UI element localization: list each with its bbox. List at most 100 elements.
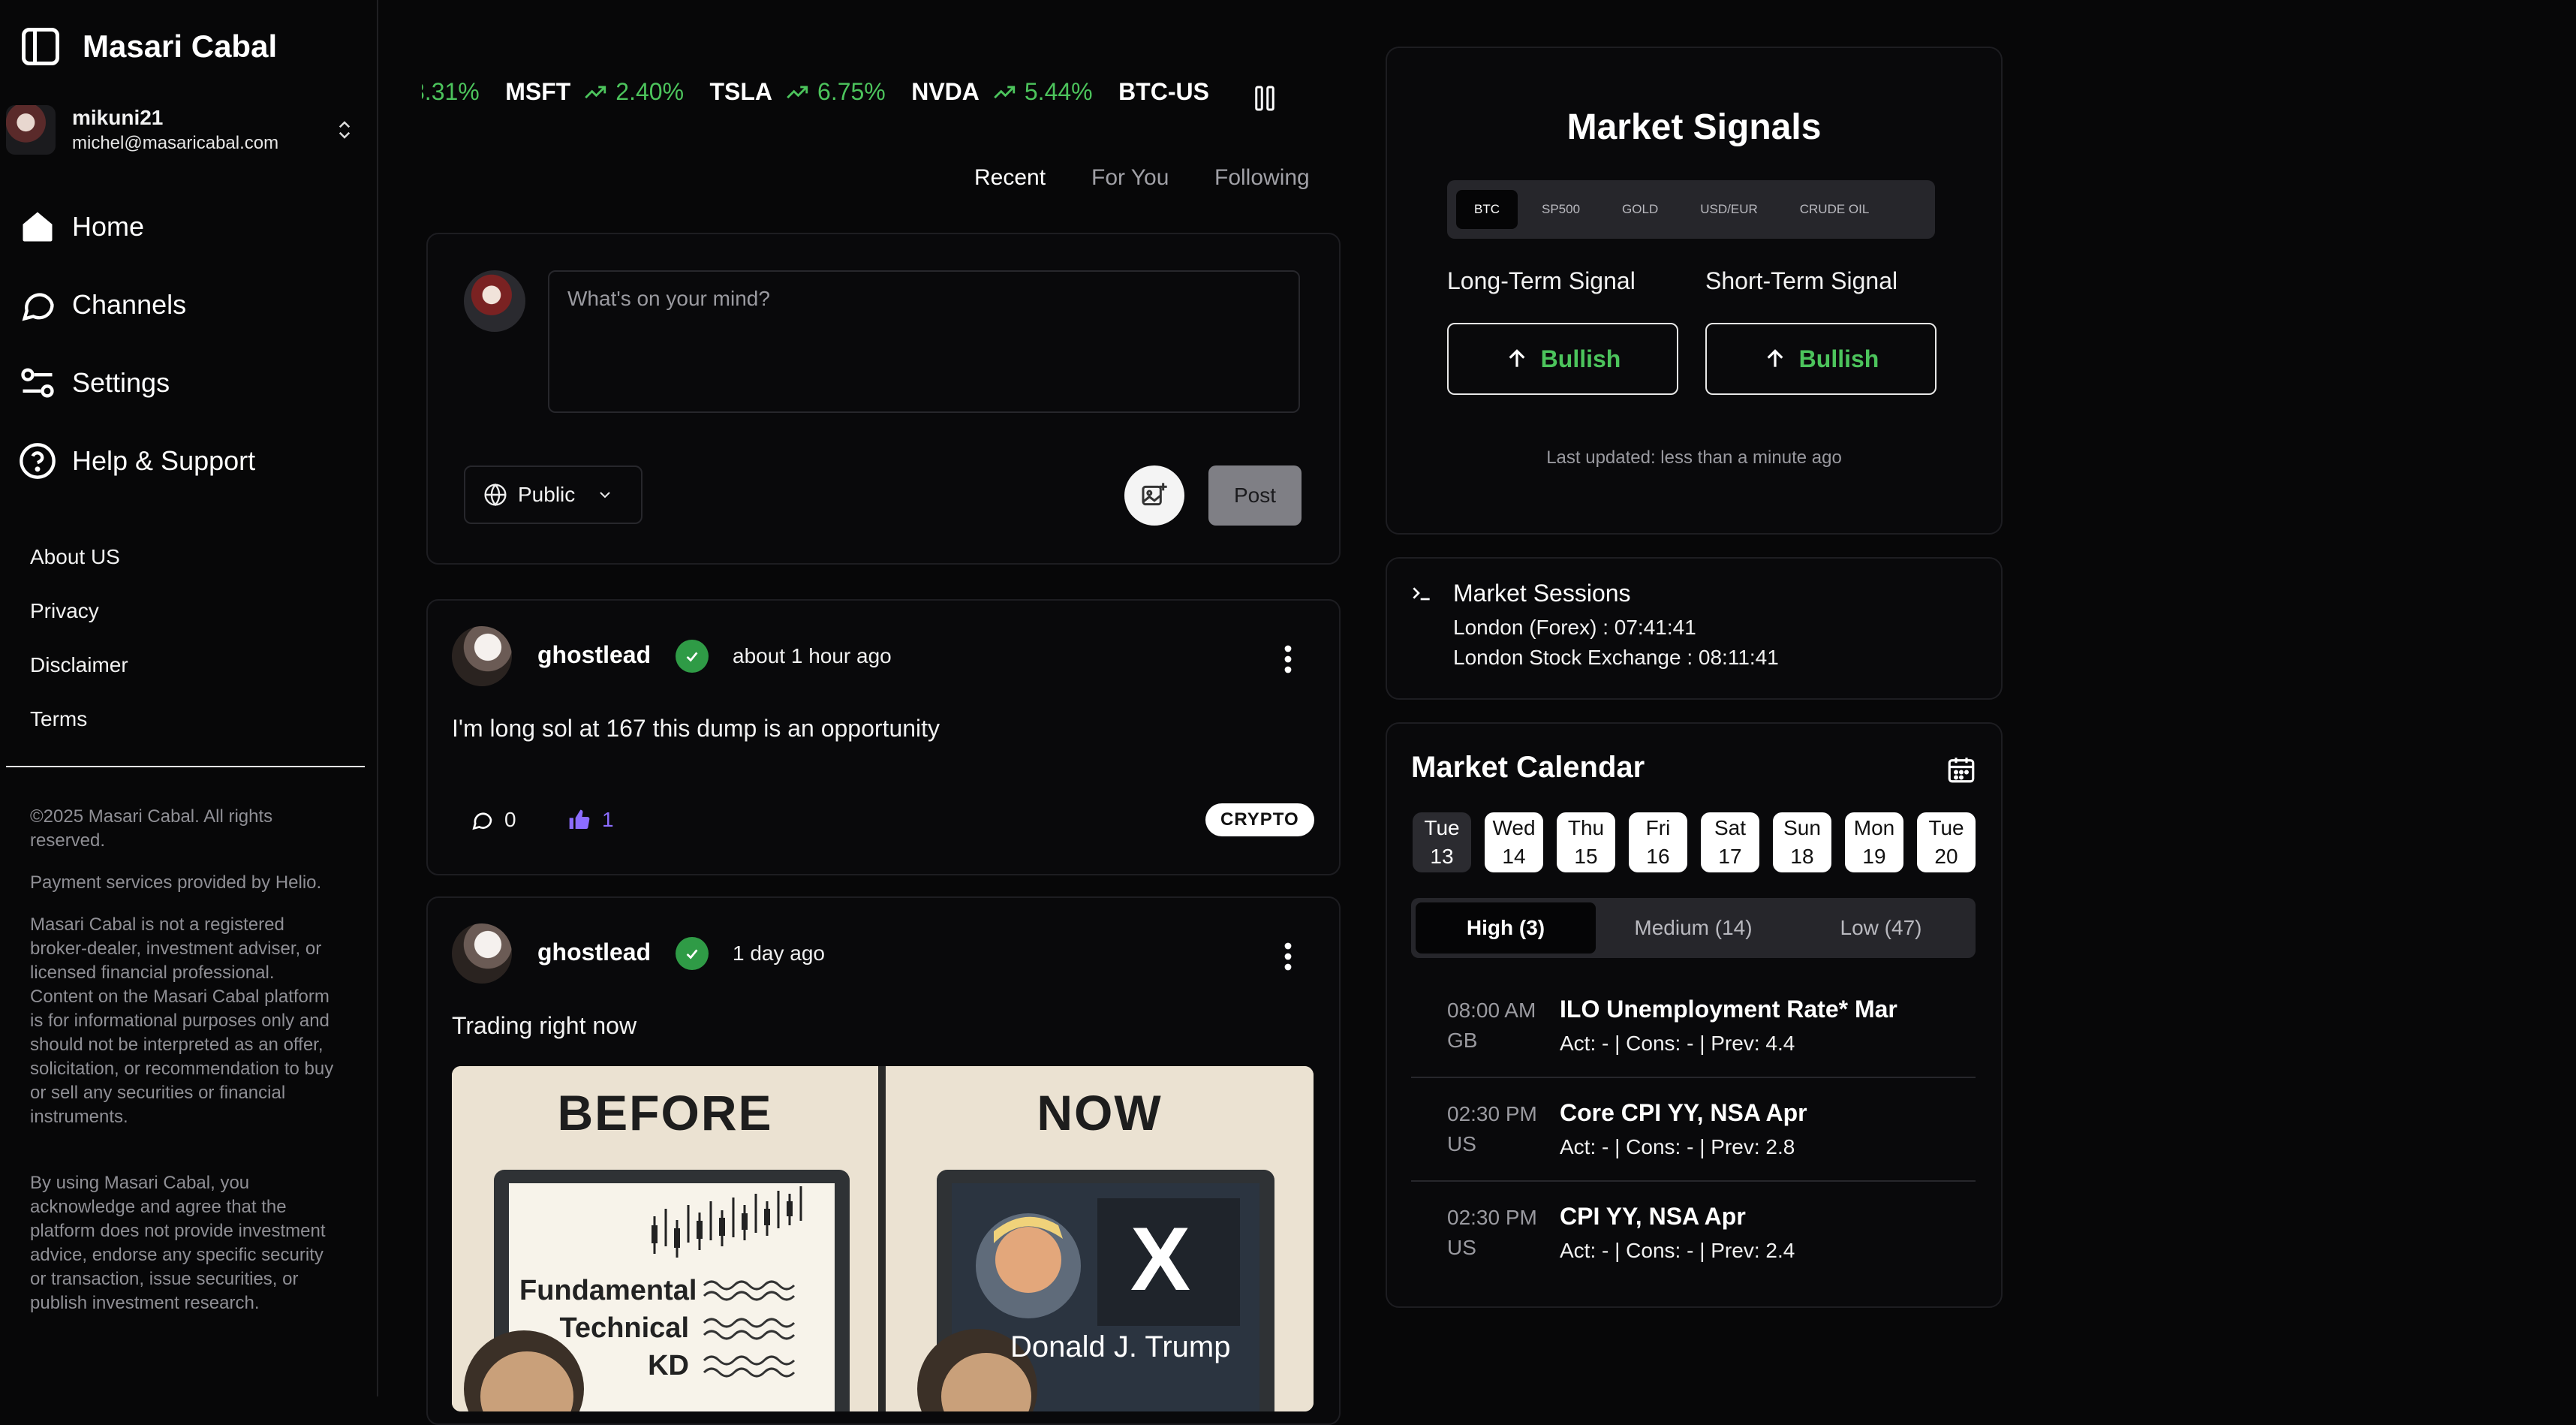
verified-badge-icon [676, 640, 709, 673]
trending-up-icon [582, 80, 608, 105]
user-email: michel@masaricabal.com [72, 133, 279, 153]
event-time-value: 08:00 AM [1447, 999, 1536, 1022]
help-circle-icon [18, 441, 57, 481]
nav-channels[interactable]: Channels [18, 285, 186, 324]
like-button[interactable]: 1 [567, 808, 614, 832]
event-values: Act: - | Cons: - | Prev: 2.8 [1560, 1135, 1795, 1158]
post-composer: What's on your mind? Public Post [426, 233, 1341, 565]
sliders-icon [18, 363, 57, 402]
importance-tab-medium[interactable]: Medium (14) [1603, 902, 1783, 954]
asset-selector: BTC SP500 GOLD USD/EUR CRUDE OIL [1447, 180, 1935, 239]
nav-home-label: Home [72, 211, 145, 242]
event-time: 02:30 PM US [1447, 1203, 1537, 1263]
privacy-link[interactable]: Privacy [30, 599, 99, 623]
avatar[interactable] [452, 923, 512, 984]
day-chip[interactable]: Sun 18 [1773, 812, 1831, 872]
event-name: Core CPI YY, NSA Apr [1560, 1099, 1807, 1126]
post-image[interactable]: BEFORE NOW Fundamental Technical KD X Do… [452, 1066, 1314, 1411]
meme-line: Fundamental [519, 1275, 697, 1306]
chevrons-up-down-icon [333, 117, 356, 143]
day-chip[interactable]: Fri 16 [1629, 812, 1687, 872]
day-chip[interactable]: Mon 19 [1845, 812, 1903, 872]
comment-button[interactable]: 0 [470, 808, 516, 832]
post-username[interactable]: ghostlead [537, 641, 651, 669]
day-chip[interactable]: Tue 13 [1413, 812, 1471, 872]
day-date: 16 [1646, 845, 1670, 868]
day-of-week: Sun [1783, 816, 1821, 839]
more-options-icon[interactable] [1283, 644, 1293, 674]
calendar-event[interactable]: 02:30 PM US Core CPI YY, NSA Apr Act: - |… [1411, 1078, 1976, 1182]
tab-for-you[interactable]: For You [1091, 165, 1169, 191]
ticker-item[interactable]: BTC-US [1118, 78, 1214, 106]
nav-help[interactable]: Help & Support [18, 441, 255, 481]
chevron-down-icon [596, 486, 614, 504]
event-country: GB [1447, 1029, 1478, 1052]
copyright: ©2025 Masari Cabal. All rights reserved. [30, 806, 273, 851]
day-date: 15 [1574, 845, 1598, 868]
tab-recent[interactable]: Recent [974, 165, 1046, 191]
event-name: CPI YY, NSA Apr [1560, 1203, 1746, 1230]
calendar-event[interactable]: 02:30 PM US CPI YY, NSA Apr Act: - | Cons… [1411, 1182, 1976, 1285]
asset-tab-crude-oil[interactable]: CRUDE OIL [1782, 190, 1888, 229]
long-term-signal: Bullish [1447, 323, 1678, 395]
day-of-week: Fri [1645, 816, 1671, 839]
meme-line: KD [648, 1350, 689, 1381]
like-count: 1 [602, 808, 614, 831]
post-text: Trading right now [452, 1012, 637, 1039]
sidebar-toggle-icon[interactable] [18, 24, 63, 69]
disclaimer-link[interactable]: Disclaimer [30, 653, 128, 677]
legal-agreement: By using Masari Cabal, you acknowledge a… [30, 1173, 326, 1313]
day-date: 19 [1862, 845, 1886, 868]
brand: Masari Cabal [18, 24, 277, 69]
post-time: 1 day ago [733, 941, 825, 965]
importance-tab-high[interactable]: High (3) [1416, 902, 1596, 954]
visibility-select[interactable]: Public [464, 465, 642, 524]
calendar-event[interactable]: 08:00 AM GB ILO Unemployment Rate* Mar Ac… [1411, 975, 1976, 1078]
ticker-item[interactable]: NVDA 5.44% [911, 78, 1092, 106]
pause-icon[interactable] [1253, 84, 1276, 113]
ticker-item[interactable]: 3.31% [422, 78, 480, 106]
importance-tab-low[interactable]: Low (47) [1791, 902, 1971, 954]
terms-link[interactable]: Terms [30, 707, 87, 731]
event-time: 02:30 PM US [1447, 1099, 1537, 1159]
day-chip[interactable]: Tue 20 [1917, 812, 1976, 872]
calendar-icon[interactable] [1946, 754, 1977, 785]
post-button[interactable]: Post [1208, 465, 1302, 526]
day-chip[interactable]: Wed 14 [1485, 812, 1543, 872]
nav-help-label: Help & Support [72, 445, 256, 476]
long-term-value: Bullish [1540, 345, 1621, 372]
nav-home[interactable]: Home [18, 207, 144, 246]
day-of-week: Thu [1567, 816, 1605, 839]
more-options-icon[interactable] [1283, 941, 1293, 972]
day-chip[interactable]: Thu 15 [1557, 812, 1615, 872]
day-chip[interactable]: Sat 17 [1701, 812, 1759, 872]
asset-tab-usdeur[interactable]: USD/EUR [1682, 190, 1776, 229]
category-tag[interactable]: CRYPTO [1205, 803, 1314, 836]
about-link[interactable]: About US [30, 545, 120, 569]
event-name: ILO Unemployment Rate* Mar [1560, 996, 1897, 1023]
asset-tab-btc[interactable]: BTC [1456, 190, 1518, 229]
ticker-item[interactable]: TSLA 6.75% [709, 78, 885, 106]
add-image-button[interactable] [1124, 465, 1184, 526]
payment-notice: Payment services provided by Helio. [30, 872, 322, 893]
avatar[interactable] [452, 626, 512, 686]
day-date: 14 [1502, 845, 1526, 868]
meme-x-logo: X [1130, 1209, 1191, 1309]
post-input[interactable]: What's on your mind? [548, 270, 1300, 413]
ticker-item[interactable]: MSFT 2.40% [505, 78, 684, 106]
tab-following[interactable]: Following [1214, 165, 1310, 191]
asset-tab-sp500[interactable]: SP500 [1524, 190, 1598, 229]
terminal-icon [1410, 581, 1434, 605]
nav-settings[interactable]: Settings [18, 363, 170, 402]
stock-ticker: 3.31% MSFT 2.40% TSLA 6.75% NVDA 5.44% B… [422, 78, 1214, 120]
market-sessions-card: Market Sessions London (Forex) : 07:41:4… [1386, 557, 2003, 700]
meme-before-heading: BEFORE [557, 1085, 773, 1140]
day-date: 17 [1718, 845, 1742, 868]
market-calendar-title: Market Calendar [1411, 751, 1645, 784]
post-username[interactable]: ghostlead [537, 938, 651, 966]
post-time: about 1 hour ago [733, 644, 892, 667]
event-values: Act: - | Cons: - | Prev: 4.4 [1560, 1032, 1795, 1055]
asset-tab-gold[interactable]: GOLD [1604, 190, 1676, 229]
user-switcher[interactable]: mikuni21 michel@masaricabal.com [6, 104, 366, 156]
arrow-up-icon [1763, 347, 1787, 371]
